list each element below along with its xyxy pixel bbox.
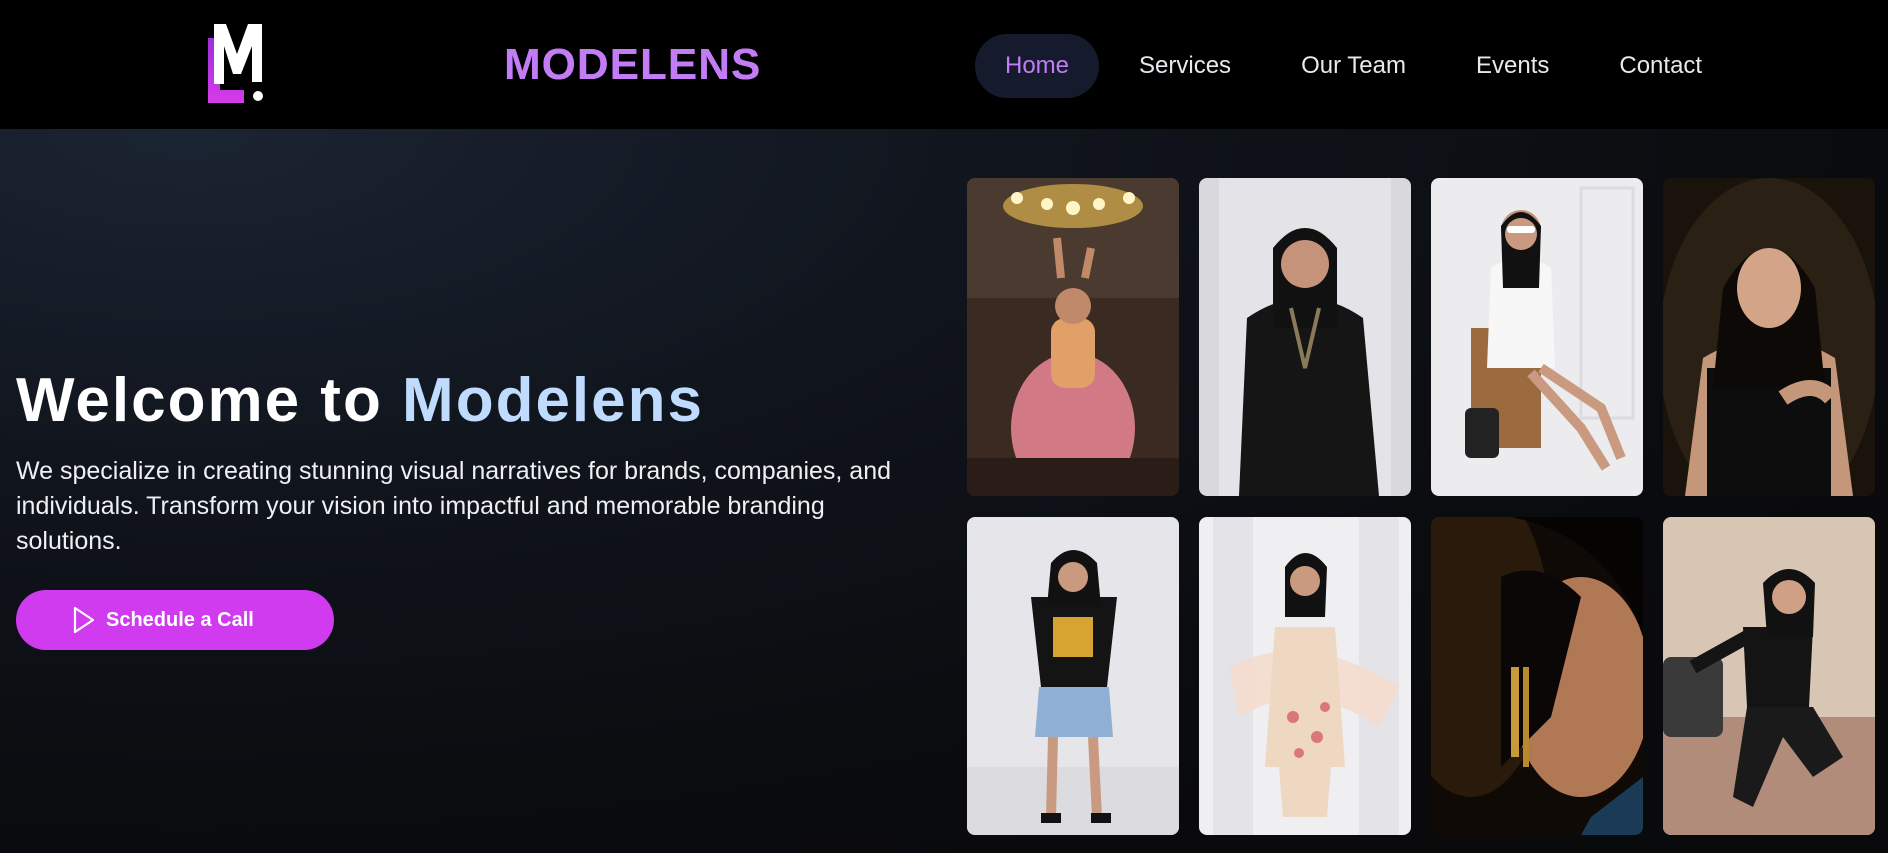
hero-section: Welcome to Modelens We specialize in cre… — [0, 129, 1888, 853]
photo-black-kurta[interactable] — [1199, 178, 1411, 496]
photo-earring-closeup[interactable] — [1431, 517, 1643, 835]
nav-services[interactable]: Services — [1109, 34, 1261, 98]
play-icon — [73, 606, 95, 634]
main-nav: Home Services Our Team Events Contact — [975, 34, 1742, 98]
hero-description: We specialize in creating stunning visua… — [16, 457, 891, 555]
photo-tshirt-shorts[interactable] — [967, 517, 1179, 835]
hero-title-brand: Modelens — [402, 366, 704, 435]
photo-black-top-portrait[interactable] — [1663, 178, 1875, 496]
site-header: MODELENS Home Services Our Team Events C… — [0, 0, 1888, 129]
photo-peach-suit[interactable] — [1199, 517, 1411, 835]
schedule-call-button[interactable]: Schedule a Call — [16, 590, 334, 650]
nav-home[interactable]: Home — [975, 34, 1100, 98]
photo-white-dress-chair[interactable] — [1431, 178, 1643, 496]
schedule-call-label: Schedule a Call — [106, 608, 254, 631]
hero-title-welcome: Welcome to — [16, 366, 383, 435]
hero-title: Welcome to Modelens — [16, 365, 704, 436]
nav-contact[interactable]: Contact — [1589, 34, 1732, 98]
ml-logo-icon[interactable] — [206, 24, 268, 104]
nav-our-team[interactable]: Our Team — [1271, 34, 1436, 98]
brand-name[interactable]: MODELENS — [504, 40, 761, 90]
photo-bridal-chandelier[interactable] — [967, 178, 1179, 496]
photo-leather-pants[interactable] — [1663, 517, 1875, 835]
nav-events[interactable]: Events — [1446, 34, 1579, 98]
